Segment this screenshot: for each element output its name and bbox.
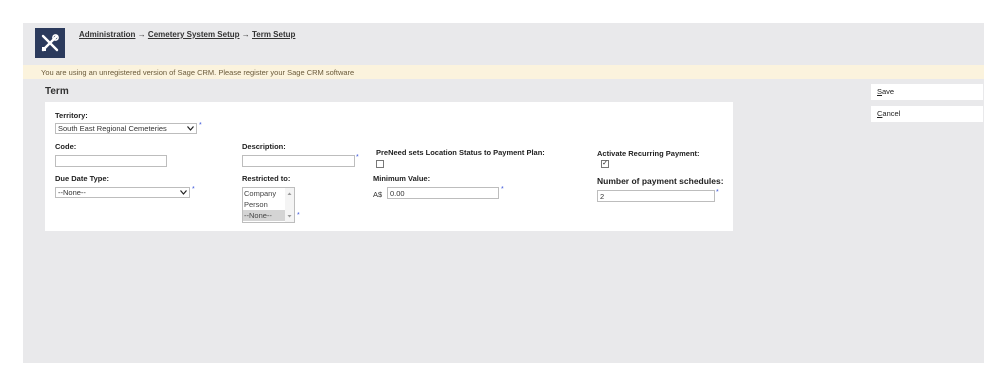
- description-label: Description:: [242, 142, 286, 151]
- required-marker: *: [356, 154, 359, 161]
- breadcrumb-administration[interactable]: Administration: [79, 30, 135, 39]
- top-bar: Administration → Cemetery System Setup →…: [23, 23, 984, 62]
- required-marker: *: [192, 186, 195, 193]
- currency-label: A$: [373, 190, 383, 199]
- save-label: ave: [882, 87, 895, 96]
- num-schedules-input[interactable]: 2: [597, 190, 715, 202]
- preneed-label: PreNeed sets Location Status to Payment …: [376, 148, 545, 157]
- due-date-type-label: Due Date Type:: [55, 174, 110, 183]
- breadcrumb-separator: →: [137, 30, 146, 39]
- minimum-value-input[interactable]: 0.00: [387, 187, 499, 199]
- breadcrumb-term-setup[interactable]: Term Setup: [252, 30, 295, 39]
- required-marker: *: [501, 186, 504, 193]
- restricted-to-listbox[interactable]: Company Person --None--: [242, 187, 295, 223]
- territory-select[interactable]: South East Regional Cemeteries: [55, 123, 197, 134]
- activate-recurring-checkbox[interactable]: ✓: [601, 160, 609, 168]
- due-date-type-select[interactable]: --None--: [55, 187, 190, 198]
- breadcrumb: Administration → Cemetery System Setup →…: [79, 30, 295, 39]
- cancel-label: ancel: [882, 109, 901, 118]
- restricted-to-label: Restricted to:: [242, 174, 291, 183]
- cancel-button[interactable]: Cancel: [871, 106, 983, 122]
- chevron-down-icon: [187, 124, 194, 133]
- activate-recurring-label: Activate Recurring Payment:: [597, 149, 700, 158]
- required-marker: *: [199, 122, 202, 129]
- minimum-value-label: Minimum Value:: [373, 174, 431, 183]
- code-input[interactable]: [55, 155, 167, 167]
- listbox-scrollbar[interactable]: [285, 188, 294, 222]
- due-date-type-value: --None--: [58, 188, 86, 197]
- required-marker: *: [716, 189, 719, 196]
- preneed-checkbox[interactable]: [376, 160, 384, 168]
- breadcrumb-cemetery-system-setup[interactable]: Cemetery System Setup: [148, 30, 240, 39]
- chevron-down-icon: [180, 188, 187, 197]
- description-input[interactable]: [242, 155, 355, 167]
- tools-icon: [35, 28, 65, 58]
- territory-value: South East Regional Cemeteries: [58, 124, 167, 133]
- breadcrumb-separator: →: [241, 30, 250, 39]
- app-frame: Administration → Cemetery System Setup →…: [23, 23, 984, 363]
- term-form-panel: Territory: South East Regional Cemeterie…: [45, 102, 733, 231]
- save-button[interactable]: Save: [871, 84, 983, 100]
- territory-label: Territory:: [55, 111, 88, 120]
- num-schedules-label: Number of payment schedules:: [597, 176, 724, 186]
- required-marker: *: [297, 212, 300, 219]
- code-label: Code:: [55, 142, 77, 151]
- unregistered-banner: You are using an unregistered version of…: [23, 65, 984, 79]
- page-title: Term: [45, 86, 69, 97]
